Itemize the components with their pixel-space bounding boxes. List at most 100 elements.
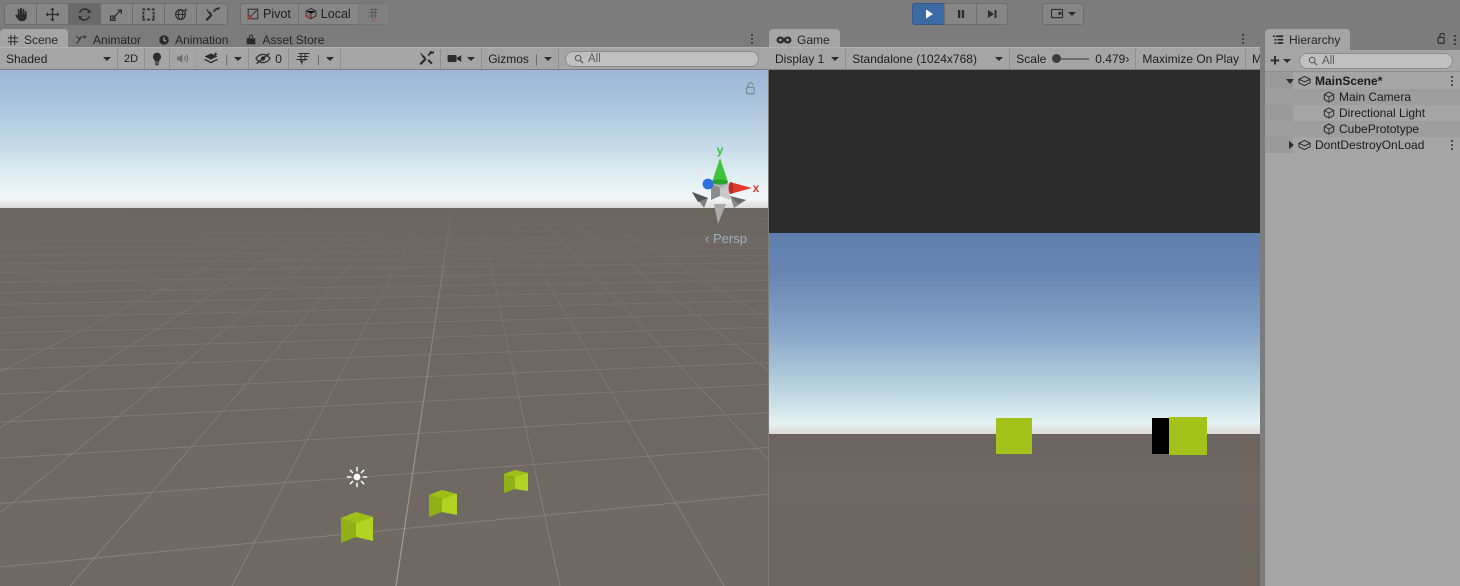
resolution-dropdown[interactable]: Standalone (1024x768): [846, 48, 1011, 69]
plus-icon: +: [1270, 50, 1280, 70]
hierarchy-item-dontdestroyonload[interactable]: DontDestroyOnLoad: [1265, 137, 1460, 153]
gizmos-chevron-down-icon[interactable]: [544, 56, 552, 61]
scene-audio-toggle[interactable]: [170, 48, 198, 69]
scene-tools-button[interactable]: [413, 48, 442, 69]
mute-label: M…: [1252, 51, 1260, 66]
search-icon: [1308, 56, 1318, 66]
hierarchy-item-main-camera[interactable]: Main Camera: [1265, 89, 1460, 105]
game-cube-right-shadow: [1152, 418, 1169, 454]
animator-icon: [76, 34, 87, 44]
scene-cube-3[interactable]: [504, 468, 530, 499]
expand-triangle-down-icon[interactable]: [1286, 78, 1294, 84]
hierarchy-search-input[interactable]: All: [1298, 52, 1453, 69]
hierarchy-label: Main Camera: [1339, 90, 1412, 104]
eye-off-icon: [255, 52, 271, 65]
scene-cube-1[interactable]: [341, 510, 375, 549]
display-dropdown[interactable]: Display 1: [769, 48, 847, 69]
step-button[interactable]: [976, 3, 1008, 25]
rect-tool-button[interactable]: [132, 3, 164, 25]
handle-mode-group: Pivot Local: [240, 3, 390, 25]
expand-triangle-right-icon[interactable]: [1289, 141, 1294, 149]
grid-chevron-down-icon[interactable]: [326, 56, 334, 61]
search-icon: [574, 54, 584, 64]
game-view-toolbar: Display 1 Standalone (1024x768) Scale 0.…: [769, 47, 1260, 69]
store-icon: [247, 34, 256, 44]
scene-view-toolbar: Shaded 2D | 0 | Gizmos | All: [0, 47, 769, 69]
scene-icon: [1298, 139, 1311, 151]
scale-slider-group[interactable]: Scale 0.479›: [1010, 48, 1137, 69]
hidden-count-label: 0: [275, 51, 282, 66]
hierarchy-item-directional-light[interactable]: Directional Light: [1265, 105, 1460, 121]
hidden-objects-toggle[interactable]: 0: [249, 48, 289, 69]
gameobject-icon: [1323, 91, 1335, 103]
hierarchy-lock-button[interactable]: [1437, 32, 1447, 48]
gameobject-icon: [1323, 107, 1335, 119]
grid-snapping-button[interactable]: [357, 3, 390, 25]
transform-tools-group: [4, 3, 228, 25]
tab-animator-label: Animator: [93, 32, 142, 47]
scene-lighting-toggle[interactable]: [145, 48, 171, 69]
mute-audio-toggle[interactable]: M…: [1246, 49, 1260, 69]
2d-toggle-button[interactable]: 2D: [118, 48, 146, 69]
pivot-mode-button[interactable]: Pivot: [240, 3, 298, 25]
scene-gizmo-lock-icon[interactable]: [745, 82, 756, 98]
scene-fx-dropdown[interactable]: |: [197, 48, 250, 69]
scene-search-field[interactable]: All: [559, 49, 769, 69]
scene-panel-menu-button[interactable]: [747, 32, 757, 46]
scene-camera-icon: [447, 55, 462, 62]
shading-mode-dropdown[interactable]: Shaded: [0, 48, 118, 69]
move-tool-button[interactable]: [36, 3, 68, 25]
game-cube-right: [1169, 417, 1207, 455]
gizmos-dropdown[interactable]: Gizmos |: [482, 48, 559, 69]
game-sky: [769, 233, 1260, 436]
local-space-button[interactable]: Local: [297, 3, 358, 25]
game-view[interactable]: [769, 70, 1260, 586]
scale-slider[interactable]: [1052, 54, 1090, 63]
tab-hierarchy[interactable]: Hierarchy: [1265, 29, 1351, 50]
hierarchy-search-placeholder: All: [1321, 54, 1335, 67]
lightbulb-icon: [153, 52, 162, 65]
scene-projection-label[interactable]: ‹ Persp: [688, 231, 764, 246]
game-ground: [769, 434, 1260, 586]
scene-camera-dropdown[interactable]: [441, 48, 483, 69]
game-panel-menu-button[interactable]: [1238, 32, 1248, 46]
add-chevron-down-icon[interactable]: [1282, 58, 1291, 63]
svg-text:y: y: [717, 143, 724, 157]
fx-chevron-down-icon[interactable]: [234, 56, 243, 61]
pause-button[interactable]: [944, 3, 976, 25]
scene-tools-icon: [419, 51, 435, 65]
game-letterbox-bar: [769, 70, 1260, 233]
hierarchy-tabstrip: Hierarchy: [1265, 28, 1460, 50]
hierarchy-row-menu-button[interactable]: [1448, 75, 1456, 87]
hierarchy-item-mainscene[interactable]: MainScene*: [1265, 73, 1460, 89]
hierarchy-menu-button[interactable]: [1454, 35, 1456, 45]
custom-editor-tool-button[interactable]: [196, 3, 228, 25]
scale-tool-button[interactable]: [100, 3, 132, 25]
hierarchy-item-cubeprototype[interactable]: CubePrototype: [1265, 121, 1460, 137]
camera-chevron-down-icon[interactable]: [467, 56, 476, 61]
hand-tool-button[interactable]: [4, 3, 36, 25]
directional-light-gizmo[interactable]: [346, 466, 368, 491]
hierarchy-toolbar: + All: [1265, 50, 1460, 72]
tab-game-label: Game: [797, 32, 830, 47]
hierarchy-row-menu-button[interactable]: [1448, 139, 1456, 151]
cloud-services-button[interactable]: [1042, 3, 1084, 25]
maximize-on-play-toggle[interactable]: Maximize On Play: [1136, 48, 1247, 69]
scene-sky: [0, 70, 768, 210]
hierarchy-tab-tools: [1437, 32, 1456, 48]
hierarchy-add-button[interactable]: +: [1270, 50, 1291, 70]
cloud-dropdown-caret[interactable]: [1068, 12, 1076, 16]
tab-asset-store-label: Asset Store: [262, 32, 325, 47]
chevron-down-icon: [103, 56, 111, 61]
play-button[interactable]: [912, 3, 944, 25]
hierarchy-label: DontDestroyOnLoad: [1315, 138, 1425, 152]
scene-cube-2[interactable]: [429, 488, 459, 523]
scene-icon: [1298, 75, 1311, 87]
scale-label: Scale: [1016, 51, 1047, 66]
scene-grid-dropdown[interactable]: |: [289, 48, 341, 69]
rotate-tool-button[interactable]: [68, 3, 100, 25]
tab-animation-label: Animation: [175, 32, 229, 47]
pivot-label: Pivot: [263, 7, 291, 21]
scene-view[interactable]: y x z ‹ Persp: [0, 70, 768, 586]
transform-tool-button[interactable]: [164, 3, 196, 25]
